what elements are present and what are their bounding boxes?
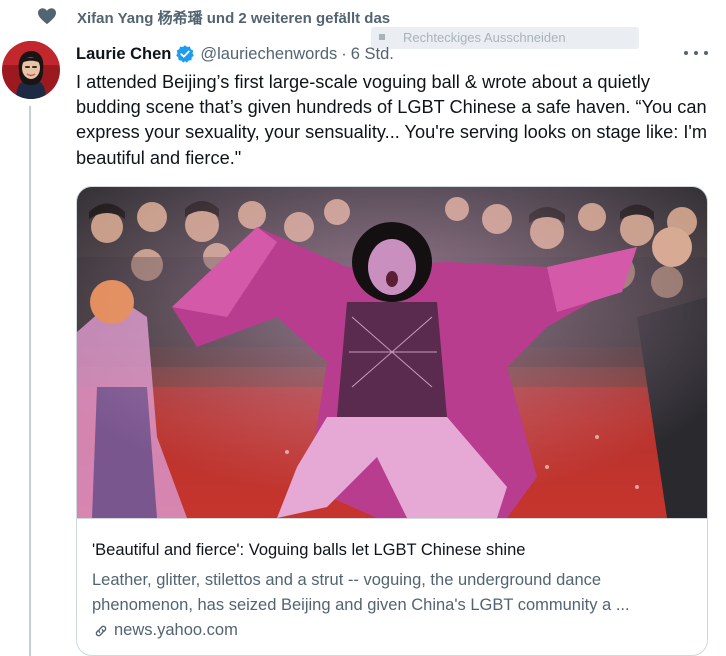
card-image xyxy=(77,187,707,519)
snip-square-icon xyxy=(379,34,385,40)
snip-tooltip: Rechteckiges Ausschneiden xyxy=(371,27,639,49)
tweet-header: Laurie Chen @lauriechenwords · 6 Std. xyxy=(76,42,394,66)
tweet-text: I attended Beijing’s first large-scale v… xyxy=(76,72,708,168)
card-domain-text: news.yahoo.com xyxy=(114,621,238,639)
social-context-text: Xifan Yang 杨希璠 und 2 weiteren gefällt da… xyxy=(77,10,391,27)
link-icon xyxy=(95,625,107,636)
card-description-line1: Leather, glitter, stilettos and a strut … xyxy=(92,571,602,589)
avatar[interactable] xyxy=(2,41,60,99)
author-name[interactable]: Laurie Chen xyxy=(76,45,171,64)
author-handle[interactable]: @lauriechenwords xyxy=(200,45,337,64)
verified-badge-icon xyxy=(176,45,195,63)
link-card[interactable]: 'Beautiful and fierce': Voguing balls le… xyxy=(76,186,708,656)
snip-tooltip-text: Rechteckiges Ausschneiden xyxy=(403,30,566,45)
more-options-icon[interactable] xyxy=(684,46,708,60)
thread-line xyxy=(29,106,31,656)
avatar-image xyxy=(2,41,60,99)
social-context[interactable]: Xifan Yang 杨希璠 und 2 weiteren gefällt da… xyxy=(37,5,390,27)
card-title[interactable]: 'Beautiful and fierce': Voguing balls le… xyxy=(92,541,525,560)
heart-icon xyxy=(38,8,56,25)
more-dot xyxy=(704,51,708,55)
more-dot xyxy=(694,51,698,55)
card-domain[interactable]: news.yahoo.com xyxy=(92,621,238,640)
card-description-line2: phenomenon, has seized Beijing and given… xyxy=(92,596,630,614)
header-separator: · xyxy=(341,44,347,63)
more-dot xyxy=(684,51,688,55)
tweet-timestamp[interactable]: 6 Std. xyxy=(351,45,394,64)
card-description: Leather, glitter, stilettos and a strut … xyxy=(92,568,692,618)
